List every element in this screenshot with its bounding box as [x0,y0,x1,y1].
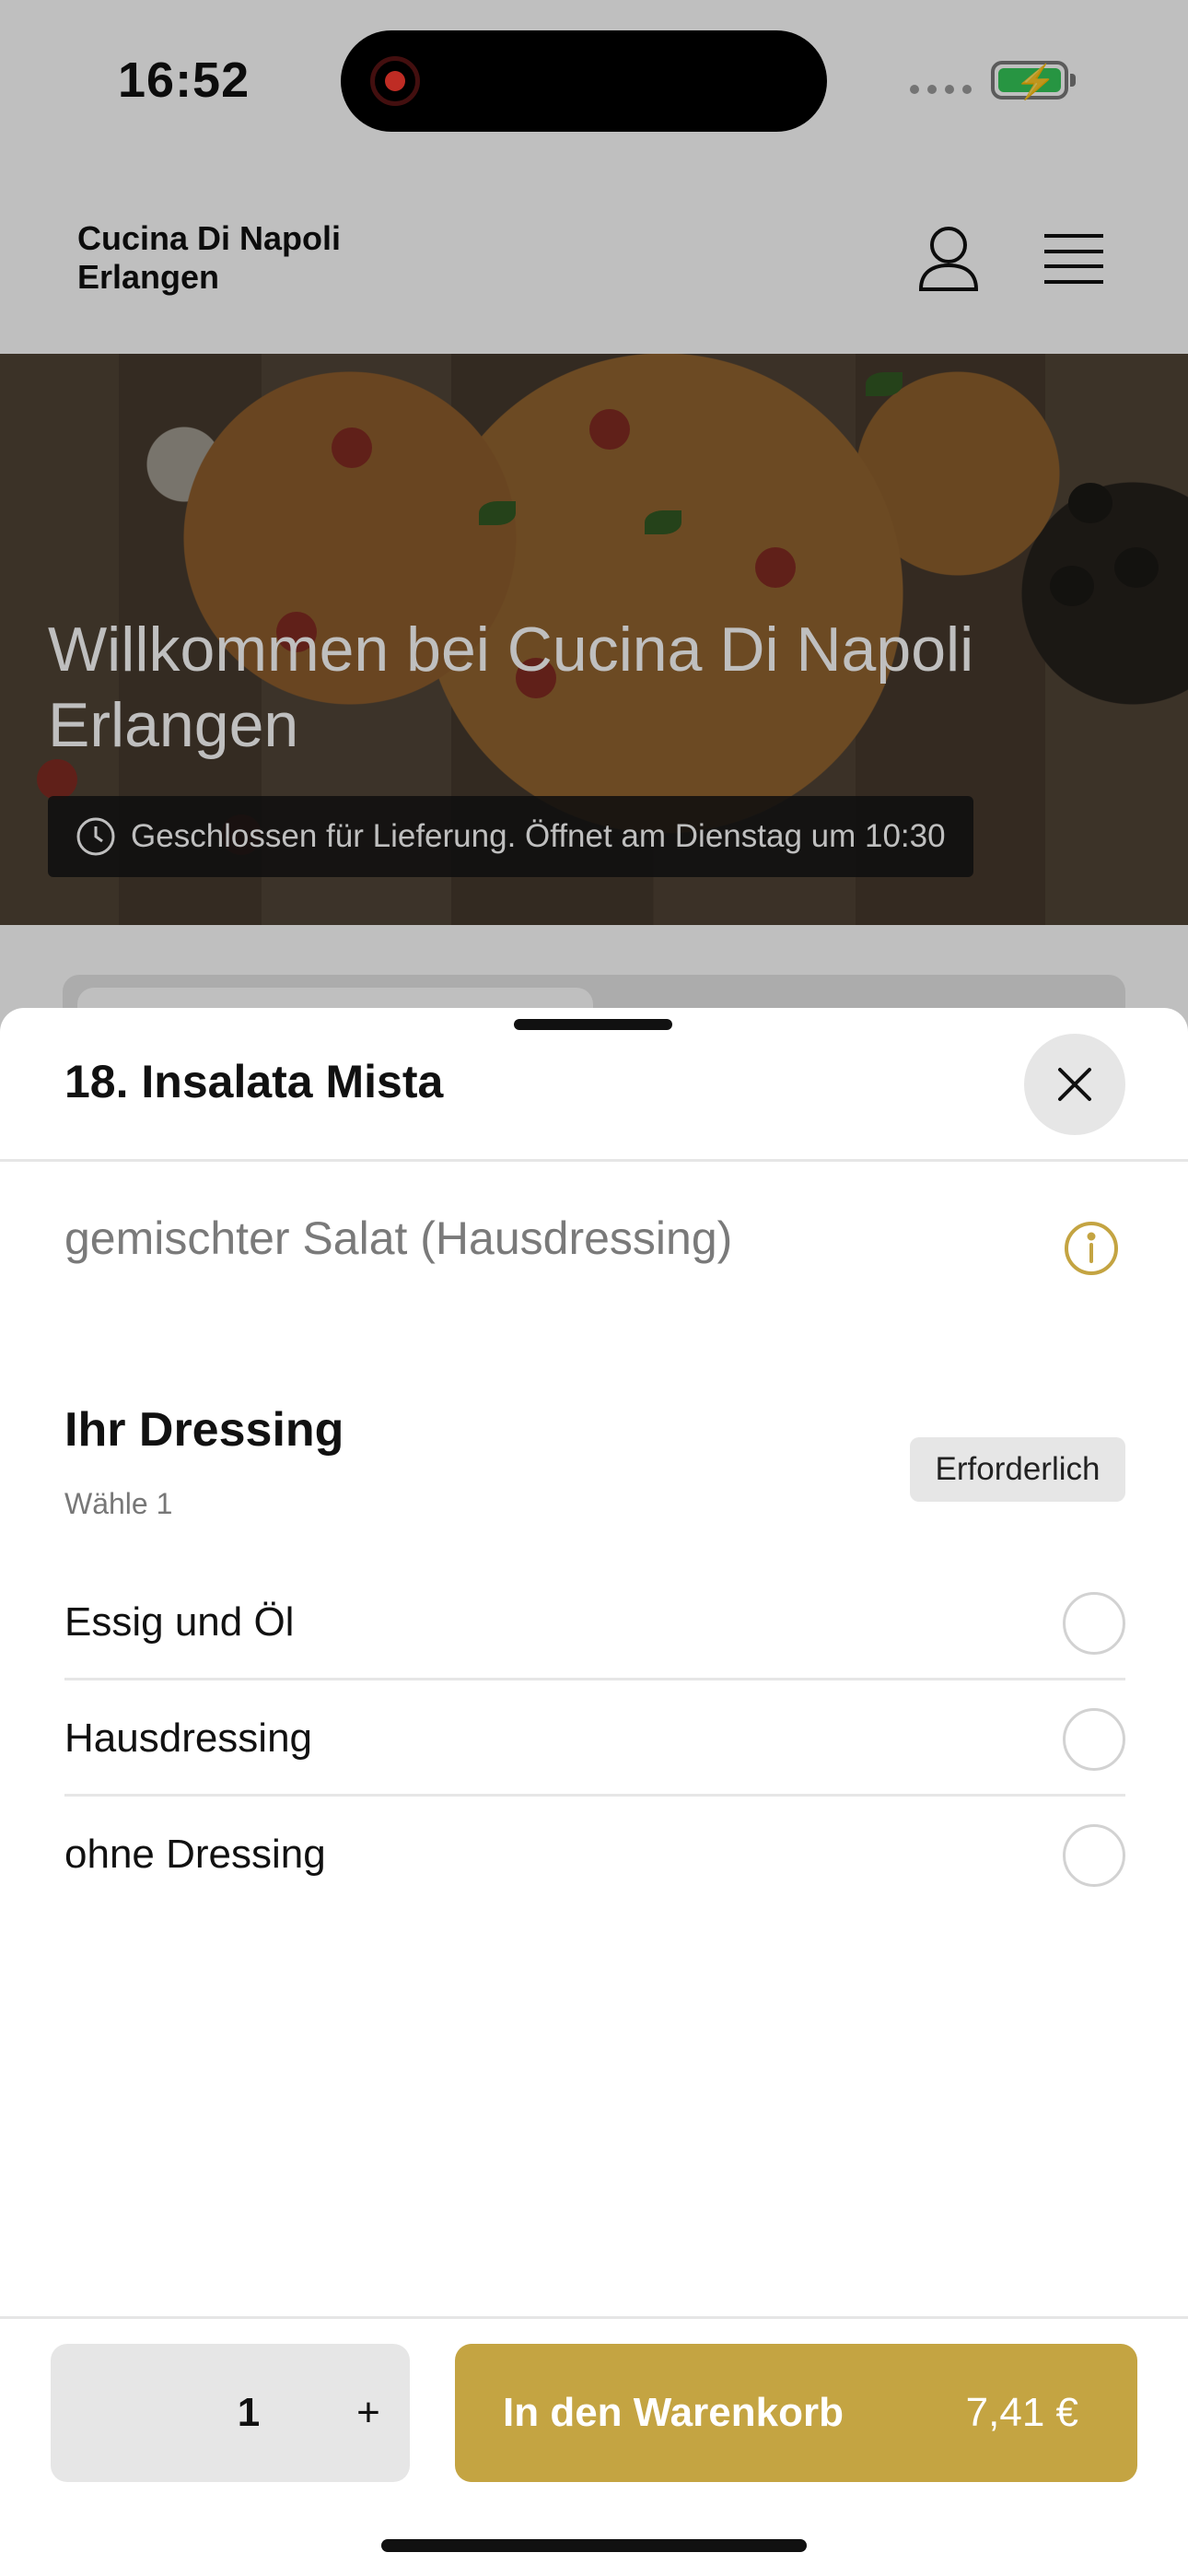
close-button[interactable] [1024,1034,1125,1135]
add-to-cart-button[interactable]: In den Warenkorb 7,41 € [455,2344,1137,2482]
dressing-option[interactable]: ohne Dressing [64,1797,1125,1913]
quantity-plus-button[interactable]: + [345,2344,391,2482]
home-indicator[interactable] [381,2539,807,2552]
radio-button[interactable] [1063,1824,1125,1887]
option-group-subtitle: Wähle 1 [64,1487,173,1520]
option-group-title: Ihr Dressing [64,1403,344,1457]
item-title: 18. Insalata Mista [64,1056,444,1107]
add-to-cart-label: In den Warenkorb [503,2390,844,2435]
add-to-cart-price: 7,41 € [965,2390,1078,2435]
sheet-divider [0,1159,1188,1162]
quantity-value: 1 [237,2390,261,2435]
quantity-stepper: 1 + [51,2344,410,2482]
item-description: gemischter Salat (Hausdressing) [64,1212,733,1264]
info-icon[interactable] [1063,1220,1120,1277]
radio-button[interactable] [1063,1592,1125,1655]
close-icon [1058,1068,1091,1101]
footer-divider [0,2316,1188,2319]
dressing-option[interactable]: Essig und Öl [64,1564,1125,1680]
option-label: Hausdressing [64,1715,313,1761]
item-sheet: 18. Insalata Mista gemischter Salat (Hau… [0,1008,1188,2576]
sheet-handle[interactable] [514,1019,672,1030]
required-badge: Erforderlich [910,1437,1125,1502]
option-label: ohne Dressing [64,1832,326,1877]
dressing-option[interactable]: Hausdressing [64,1680,1125,1797]
option-label: Essig und Öl [64,1599,295,1645]
radio-button[interactable] [1063,1708,1125,1771]
